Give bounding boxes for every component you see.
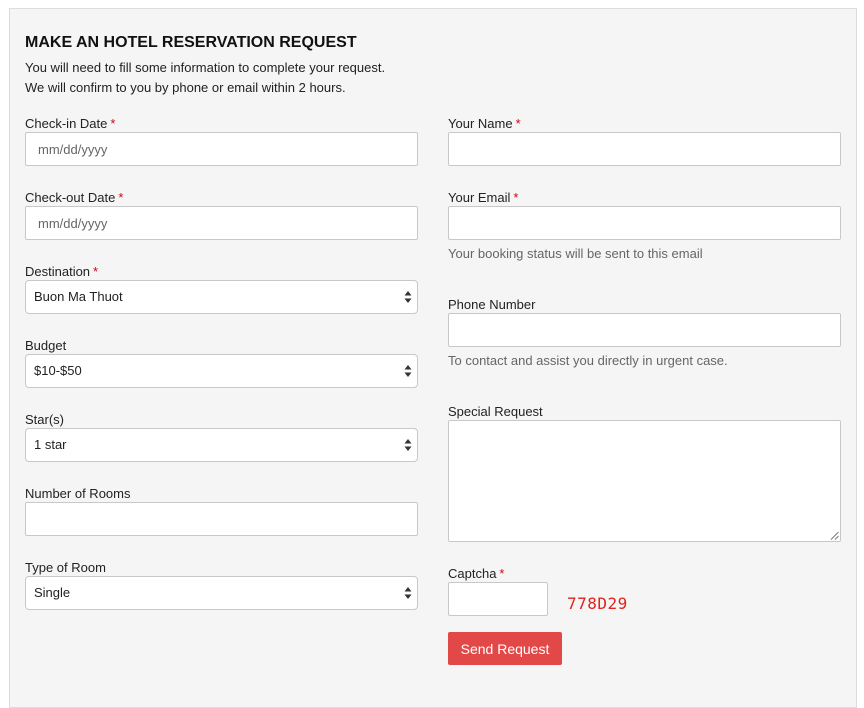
stars-label: Star(s) (25, 412, 64, 427)
checkout-label-text: Check-out Date (25, 190, 116, 205)
rooms-label-text: Number of Rooms (25, 486, 131, 501)
your-email-input[interactable] (448, 206, 841, 240)
special-request-label: Special Request (448, 404, 543, 419)
name-label: Your Name * (448, 116, 521, 131)
stars-label-text: Star(s) (25, 412, 64, 427)
room-type-label-text: Type of Room (25, 560, 106, 575)
select-arrows-icon (404, 439, 412, 451)
required-mark: * (513, 190, 519, 205)
room-type-select[interactable]: Single (25, 576, 418, 610)
required-mark: * (110, 116, 116, 131)
checkout-label: Check-out Date * (25, 190, 123, 205)
room-type-label: Type of Room (25, 560, 106, 575)
required-mark: * (118, 190, 124, 205)
phone-label: Phone Number (448, 297, 535, 312)
intro-text-line-1: You will need to fill some information t… (25, 60, 386, 75)
rooms-label: Number of Rooms (25, 486, 130, 501)
phone-label-text: Phone Number (448, 297, 536, 312)
captcha-label: Captcha * (448, 566, 504, 581)
select-arrows-icon (404, 587, 412, 599)
budget-label-text: Budget (25, 338, 67, 353)
budget-label: Budget (25, 338, 66, 353)
email-help-text: Your booking status will be sent to this… (448, 246, 703, 261)
email-label-text: Your Email (448, 190, 511, 205)
budget-select[interactable]: $10-$50 (25, 354, 418, 388)
checkout-date-input[interactable] (25, 206, 418, 240)
select-arrows-icon (404, 365, 412, 377)
destination-select[interactable]: Buon Ma Thuot (25, 280, 418, 314)
resize-grip-icon[interactable] (830, 531, 839, 540)
phone-help-text: To contact and assist you directly in ur… (448, 353, 728, 368)
required-mark: * (499, 566, 505, 581)
destination-select-value: Buon Ma Thuot (34, 289, 123, 304)
checkin-date-input[interactable] (25, 132, 418, 166)
budget-select-value: $10-$50 (34, 363, 82, 378)
captcha-input[interactable] (448, 582, 548, 616)
name-label-text: Your Name (448, 116, 513, 131)
form-title: MAKE AN HOTEL RESERVATION REQUEST (25, 34, 357, 51)
captcha-label-text: Captcha (448, 566, 497, 581)
special-request-label-text: Special Request (448, 404, 543, 419)
destination-label-text: Destination (25, 264, 91, 279)
captcha-code: 778D29 (567, 594, 628, 613)
number-of-rooms-input[interactable] (25, 502, 418, 536)
stars-select[interactable]: 1 star (25, 428, 418, 462)
checkin-label: Check-in Date * (25, 116, 115, 131)
required-mark: * (515, 116, 521, 131)
room-type-select-value: Single (34, 585, 71, 600)
checkin-label-text: Check-in Date (25, 116, 108, 131)
special-request-textarea[interactable] (448, 420, 841, 542)
required-mark: * (93, 264, 99, 279)
destination-label: Destination * (25, 264, 98, 279)
email-label: Your Email * (448, 190, 518, 205)
stars-select-value: 1 star (34, 437, 67, 452)
phone-number-input[interactable] (448, 313, 841, 347)
intro-text-line-2: We will confirm to you by phone or email… (25, 80, 346, 95)
send-request-button[interactable]: Send Request (448, 632, 562, 665)
select-arrows-icon (404, 291, 412, 303)
your-name-input[interactable] (448, 132, 841, 166)
